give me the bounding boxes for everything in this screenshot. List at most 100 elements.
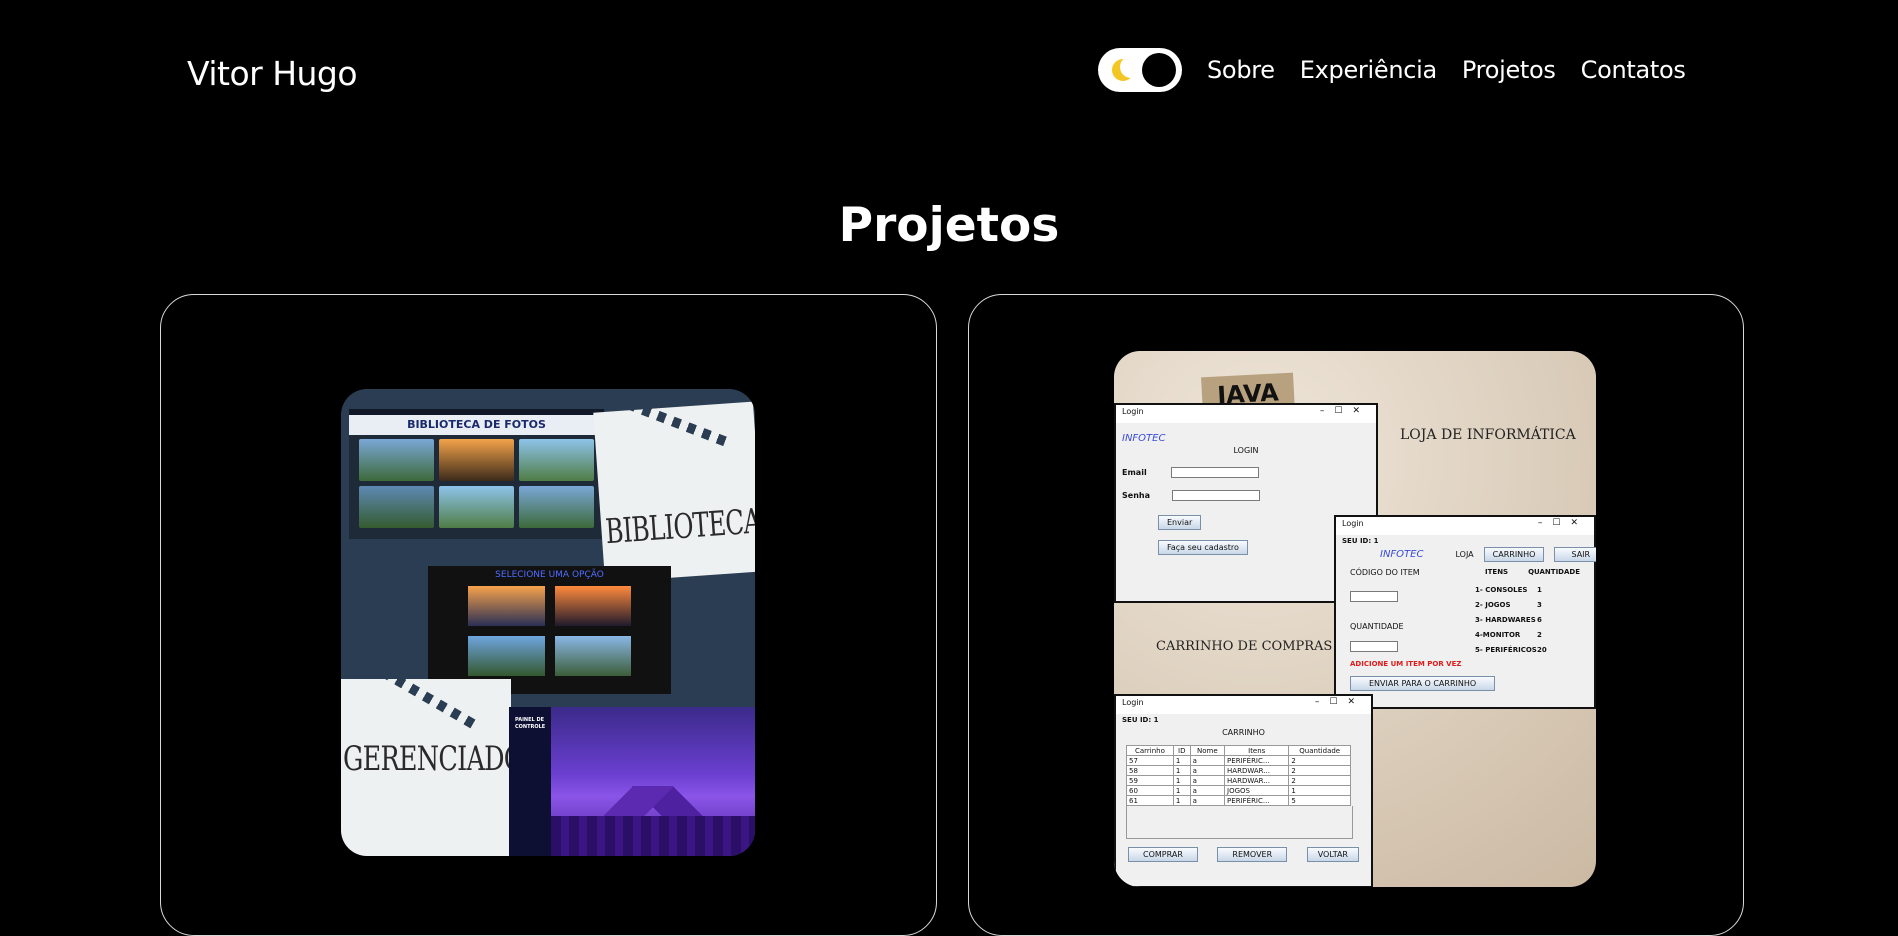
carrinho-heading: CARRINHO <box>1222 728 1265 737</box>
window-controls: –☐✕ <box>1319 406 1370 416</box>
sair-button[interactable]: SAIR <box>1554 547 1596 562</box>
table-cell: a <box>1189 765 1226 776</box>
user-id: SEU ID: 1 <box>1342 537 1379 545</box>
cart-column-header[interactable]: Carrinho <box>1126 745 1174 756</box>
items-list: 1- CONSOLES 1 2- JOGOS 3 3- HARDWARES 6 4-MONI… <box>1475 586 1580 654</box>
cart-column-header[interactable]: ID <box>1172 745 1191 756</box>
remover-button[interactable]: REMOVER <box>1217 847 1288 862</box>
enviar-carrinho-button[interactable]: ENVIAR PARA O CARRINHO <box>1350 676 1496 691</box>
table-cell: 2 <box>1288 765 1351 776</box>
email-label: Email <box>1122 468 1147 477</box>
mountain-background <box>551 707 755 856</box>
table-cell: HARDWAR... <box>1224 765 1290 776</box>
table-cell: 59 <box>1126 775 1174 786</box>
store-item-qty: 1 <box>1537 586 1542 594</box>
nav-link-experiencia[interactable]: Experiência <box>1300 56 1437 84</box>
itens-header: ITENS <box>1485 568 1509 576</box>
store-label: LOJA DE INFORMÁTICA <box>1400 427 1576 443</box>
brand-name[interactable]: Vitor Hugo <box>187 54 358 93</box>
loja-label: LOJA <box>1455 550 1474 559</box>
table-cell: 1 <box>1172 785 1191 796</box>
enviar-button[interactable]: Enviar <box>1158 515 1202 530</box>
table-cell: a <box>1189 775 1226 786</box>
store-item-name: 3- HARDWARES <box>1475 616 1536 624</box>
table-cell: 57 <box>1126 755 1174 766</box>
table-cell: 1 <box>1172 775 1191 786</box>
comprar-button[interactable]: COMPRAR <box>1128 847 1198 862</box>
codigo-label: CÓDIGO DO ITEM <box>1350 568 1420 577</box>
warning-text: ADICIONE UM ITEM POR VEZ <box>1350 660 1462 668</box>
login-heading: LOGIN <box>1233 446 1259 455</box>
window-title: Login <box>1122 407 1144 416</box>
quantidade-field[interactable] <box>1350 641 1398 652</box>
brand-infotec: INFOTEC <box>1380 549 1424 560</box>
table-cell: a <box>1189 795 1226 806</box>
quantidade-label: QUANTIDADE <box>1350 622 1404 631</box>
moon-icon <box>1112 59 1134 81</box>
nav-link-contatos[interactable]: Contatos <box>1581 56 1686 84</box>
project-1-image[interactable]: BIBLIOTECA DE FOTOS BIBLIOTECA SELECIONE… <box>341 389 755 856</box>
store-item-qty: 3 <box>1537 601 1542 609</box>
control-panel-sidebar: PAINEL DE CONTROLE <box>509 707 551 856</box>
store-item-row: 2- JOGOS 3 <box>1475 601 1580 609</box>
torn-paper-gerenciador: GERENCIADOR <box>341 659 543 856</box>
table-cell: 5 <box>1288 795 1351 806</box>
panel-title: PAINEL DE CONTROLE <box>515 717 546 730</box>
store-item-qty: 20 <box>1537 646 1547 654</box>
store-item-row: 4-MONITOR 2 <box>1475 631 1580 639</box>
store-item-row: 5- PERIFÉRICOS 20 <box>1475 646 1580 654</box>
table-cell: JOGOS <box>1224 785 1290 796</box>
table-row[interactable]: 61 1 a PERIFÉRIC... 5 <box>1126 795 1351 806</box>
table-cell: PERIFÉRIC... <box>1224 795 1290 806</box>
table-cell: 2 <box>1288 775 1351 786</box>
table-row[interactable]: 58 1 a HARDWAR... 2 <box>1126 765 1351 776</box>
window-title: Login <box>1342 519 1364 528</box>
codigo-field[interactable] <box>1350 591 1398 602</box>
table-cell: 2 <box>1288 755 1351 766</box>
store-item-name: 5- PERIFÉRICOS <box>1475 646 1537 654</box>
cart-table[interactable]: Carrinho ID Nome Itens Quantidade 57 1 a PERIFÉ… <box>1126 745 1351 806</box>
brand-infotec: INFOTEC <box>1122 433 1166 444</box>
store-item-row: 1- CONSOLES 1 <box>1475 586 1580 594</box>
section-title: Projetos <box>838 198 1060 253</box>
table-cell: 1 <box>1172 755 1191 766</box>
table-row[interactable]: 57 1 a PERIFÉRIC... 2 <box>1126 755 1351 766</box>
table-row[interactable]: 60 1 a JOGOS 1 <box>1126 785 1351 796</box>
cart-label: CARRINHO DE COMPRAS <box>1156 639 1333 654</box>
table-row[interactable]: 59 1 a HARDWAR... 2 <box>1126 775 1351 786</box>
voltar-button[interactable]: VOLTAR <box>1306 847 1359 862</box>
email-field[interactable] <box>1170 467 1259 478</box>
nav-link-projetos[interactable]: Projetos <box>1462 56 1556 84</box>
theme-toggle[interactable] <box>1098 48 1182 92</box>
cart-window: Login –☐✕ SEU ID: 1 CARRINHO Carrinho ID No… <box>1114 694 1373 887</box>
quantidade-header: QUANTIDADE <box>1528 568 1580 576</box>
cart-column-header[interactable]: Itens <box>1224 745 1290 756</box>
store-item-name: 4-MONITOR <box>1475 631 1521 639</box>
window-controls: –☐✕ <box>1537 518 1588 528</box>
toggle-knob <box>1142 53 1176 87</box>
table-cell: 1 <box>1172 795 1191 806</box>
table-cell: 1 <box>1172 765 1191 776</box>
cart-column-header[interactable]: Quantidade <box>1288 745 1351 756</box>
options-screenshot: SELECIONE UMA OPÇÃO <box>428 566 671 694</box>
table-cell: 61 <box>1126 795 1174 806</box>
photo-library-screenshot: BIBLIOTECA DE FOTOS <box>349 409 604 539</box>
window-controls: –☐✕ <box>1314 697 1365 707</box>
torn-paper-biblioteca: BIBLIOTECA <box>593 399 755 583</box>
user-id: SEU ID: 1 <box>1122 716 1159 724</box>
store-item-name: 2- JOGOS <box>1475 601 1511 609</box>
table-cell: 60 <box>1126 785 1174 796</box>
window-title: Login <box>1122 698 1144 707</box>
options-title: SELECIONE UMA OPÇÃO <box>495 570 604 580</box>
cart-column-header[interactable]: Nome <box>1189 745 1226 756</box>
store-item-qty: 2 <box>1537 631 1542 639</box>
senha-label: Senha <box>1122 491 1150 500</box>
password-field[interactable] <box>1171 490 1260 501</box>
project-2-image[interactable]: JAVA LOJA DE INFORMÁTICA CARRINHO DE COM… <box>1114 351 1596 887</box>
carrinho-button[interactable]: CARRINHO <box>1483 547 1545 562</box>
store-item-name: 1- CONSOLES <box>1475 586 1528 594</box>
table-cell: PERIFÉRIC... <box>1224 755 1290 766</box>
table-cell: 58 <box>1126 765 1174 776</box>
nav-link-sobre[interactable]: Sobre <box>1207 56 1275 84</box>
cadastro-button[interactable]: Faça seu cadastro <box>1158 540 1248 555</box>
